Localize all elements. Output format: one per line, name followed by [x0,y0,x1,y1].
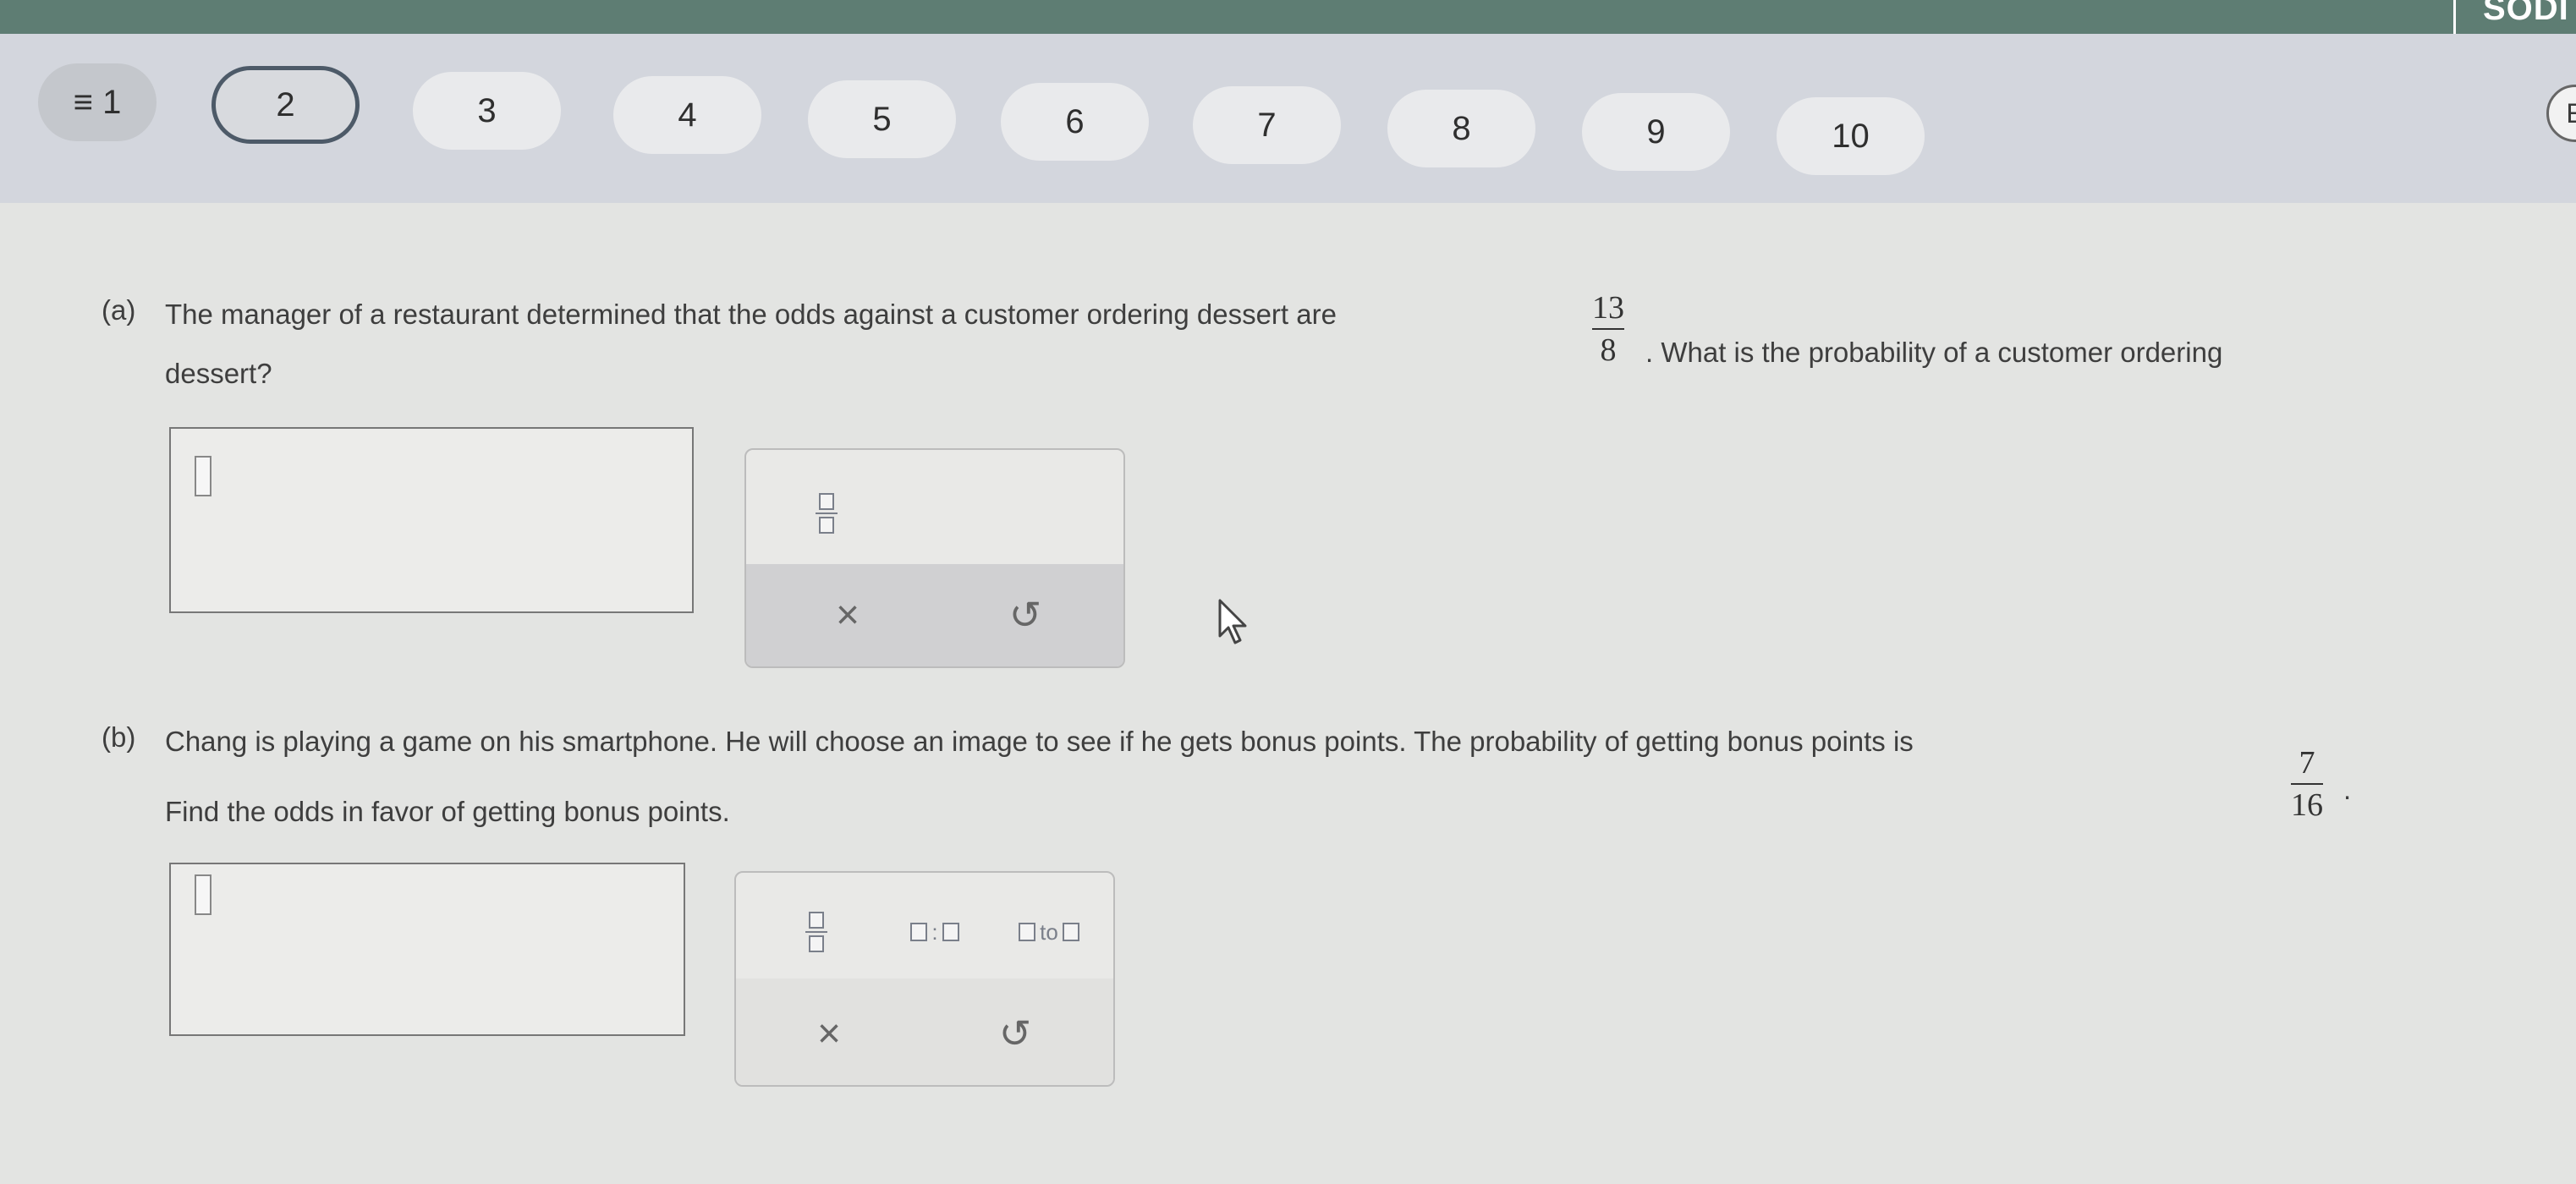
question-2-button[interactable]: 2 [211,66,360,144]
question-10-button[interactable]: 10 [1777,97,1925,175]
part-b-text-period: . [2343,774,2352,805]
part-a-fraction: 13 8 [1592,289,1624,369]
question-9-button[interactable]: 9 [1582,93,1730,171]
part-b-fraction: 7 16 [2291,744,2323,824]
fraction-bar [1592,328,1624,330]
part-a-toolbox-actions: × ↺ [746,564,1123,666]
question-8-button[interactable]: 8 [1387,90,1535,167]
clear-button[interactable]: × [787,1000,871,1067]
question-navigation: ≡ 1 2 3 4 5 6 7 8 9 10 [0,34,2576,203]
fraction-template-button[interactable] [778,890,854,974]
answer-cursor-box [195,456,211,496]
question-menu-button[interactable]: ≡ 1 [38,63,157,141]
fraction-template-icon [816,493,838,534]
undo-button[interactable]: ↺ [983,581,1068,649]
fraction-template-button[interactable] [788,467,865,560]
part-b-label: (b) [102,721,136,753]
part-b-fraction-numerator: 7 [2299,745,2315,781]
part-a-fraction-denominator: 8 [1600,332,1617,368]
question-3-button[interactable]: 3 [413,72,561,150]
part-a-answer-input[interactable] [169,427,694,613]
part-a-fraction-numerator: 13 [1592,290,1624,326]
part-b-toolbox: : to × ↺ [734,871,1115,1087]
question-7-button[interactable]: 7 [1193,86,1341,164]
part-b-text-line2: Find the odds in favor of getting bonus … [165,796,730,827]
part-a-text-end: . What is the probability of a customer … [1645,337,2223,368]
part-b-text: Chang is playing a game on his smartphon… [165,726,1914,757]
part-b-answer-input[interactable] [169,863,685,1036]
question-6-button[interactable]: 6 [1001,83,1149,161]
to-template-icon: to [1019,919,1079,946]
mouse-pointer-icon [1218,599,1247,644]
undo-button[interactable]: ↺ [973,1000,1057,1067]
part-a-text: The manager of a restaurant determined t… [165,299,1337,330]
ratio-template-icon: : [910,919,959,946]
ratio-template-button[interactable]: : [888,907,981,957]
part-a-label: (a) [102,294,136,326]
question-5-button[interactable]: 5 [808,80,956,158]
brand-text: SODI [2483,0,2569,27]
fraction-template-icon [805,912,827,952]
part-a-toolbox: × ↺ [744,448,1125,668]
part-b-fraction-denominator: 16 [2291,787,2323,823]
question-4-button[interactable]: 4 [613,76,761,154]
part-a-text-line2: dessert? [165,358,272,389]
part-b-toolbox-actions: × ↺ [736,978,1113,1085]
to-template-button[interactable]: to [994,907,1104,957]
fraction-bar [2291,783,2323,785]
answer-cursor-box [195,874,211,915]
clear-button[interactable]: × [805,581,890,649]
